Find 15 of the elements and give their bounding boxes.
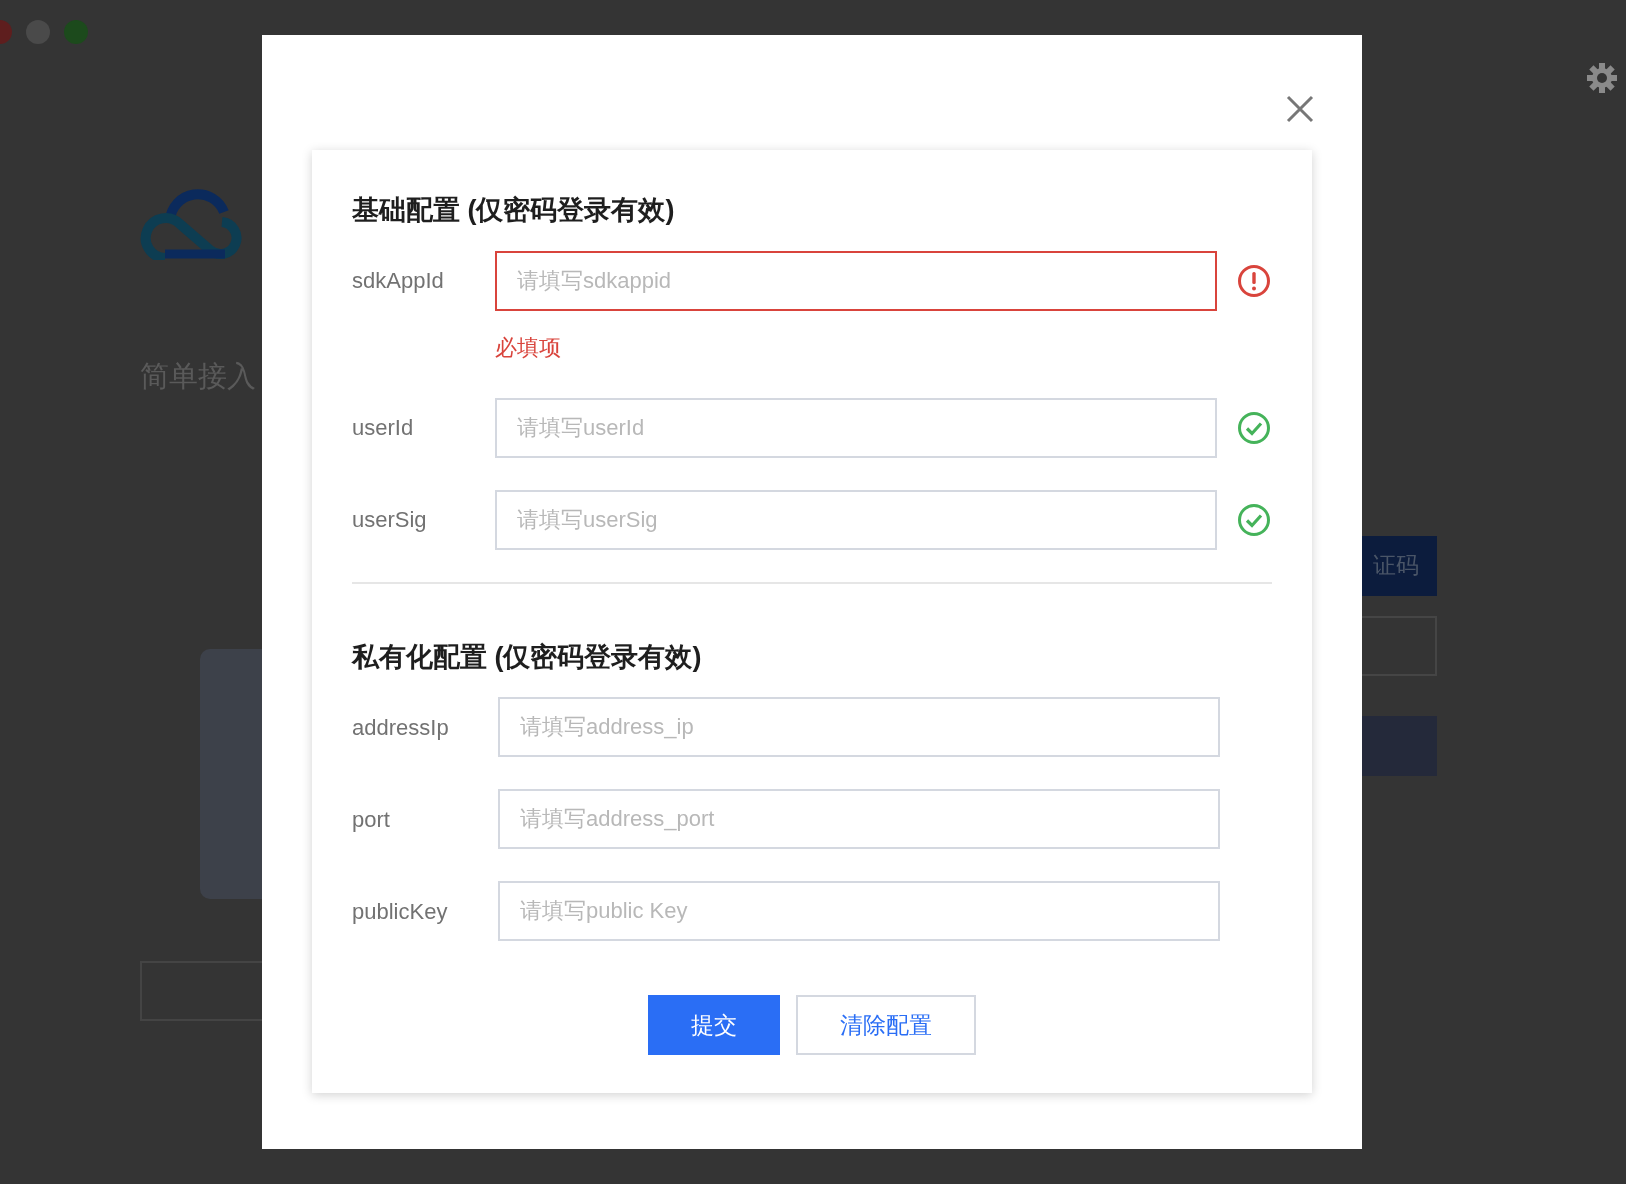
settings-icon[interactable]: [1586, 62, 1618, 94]
field-label: addressIp: [352, 713, 450, 742]
field-label: userSig: [352, 506, 428, 534]
field-label: sdkAppId: [352, 267, 445, 295]
error-message: 必填项: [495, 333, 561, 362]
submit-button[interactable]: 提交: [648, 995, 780, 1055]
section-title: 基础配置 (仅密码登录有效): [352, 194, 676, 227]
section-title: 私有化配置 (仅密码登录有效): [352, 640, 703, 674]
close-icon[interactable]: [1284, 93, 1316, 125]
field-label: userId: [352, 414, 415, 442]
input-field[interactable]: 请填写sdkappid: [495, 250, 1217, 311]
field-label: publicKey: [352, 897, 449, 926]
field-label: port: [352, 805, 391, 834]
maximize-window-icon[interactable]: [64, 20, 88, 44]
clear-config-button[interactable]: 清除配置: [796, 995, 976, 1055]
